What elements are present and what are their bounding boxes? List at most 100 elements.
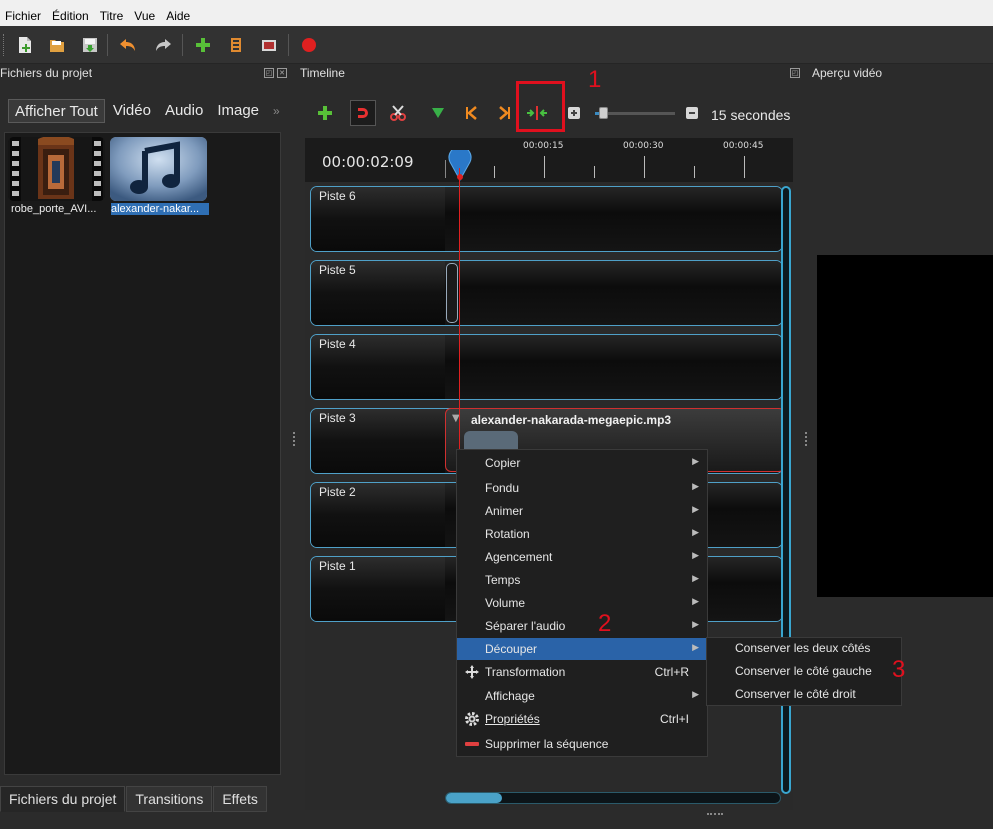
menu-fichier[interactable]: Fichier	[0, 9, 47, 23]
ruler-tick	[744, 156, 745, 178]
track-4-lane[interactable]	[445, 335, 782, 399]
snap-magnet-icon[interactable]	[350, 100, 376, 126]
right-splitter-handle[interactable]	[805, 432, 808, 446]
zoom-slider-track[interactable]	[595, 107, 675, 119]
open-project-icon[interactable]	[45, 33, 69, 57]
menu-item-remove-clip[interactable]: Supprimer la séquence	[457, 733, 707, 755]
track-3-label: Piste 3	[319, 411, 356, 425]
menu-item-layout[interactable]: Agencement ▶	[457, 546, 707, 568]
track-5-lane[interactable]	[445, 261, 782, 325]
save-project-icon[interactable]	[78, 33, 102, 57]
filter-more-chevron-icon[interactable]: »	[267, 99, 286, 123]
profile-icon[interactable]	[224, 33, 248, 57]
track-6-label: Piste 6	[319, 189, 356, 203]
toolbar-grip[interactable]	[3, 34, 6, 56]
track-header[interactable]: Piste 2	[311, 483, 445, 547]
menu-vue[interactable]: Vue	[129, 9, 161, 23]
ruler-tick-label: 00:00:15	[523, 141, 564, 151]
menu-item-volume[interactable]: Volume ▶	[457, 592, 707, 614]
preview-title: Aperçu vidéo	[812, 66, 883, 80]
submenu-arrow-icon: ▶	[692, 550, 699, 560]
video-file-thumbnail[interactable]	[8, 137, 105, 201]
main-toolbar	[0, 26, 993, 64]
file-filter-bar: Afficher Tout Vidéo Audio Image »	[8, 98, 288, 124]
left-splitter-handle[interactable]	[293, 432, 296, 446]
filter-image[interactable]: Image	[211, 99, 265, 123]
previous-marker-icon[interactable]	[458, 100, 484, 126]
video-clip-stub[interactable]	[446, 263, 458, 323]
submenu-arrow-icon: ▶	[692, 527, 699, 537]
menu-item-rotation[interactable]: Rotation ▶	[457, 523, 707, 545]
dock-close-icon[interactable]: ✕	[277, 68, 287, 78]
zoom-out-icon[interactable]	[564, 100, 584, 126]
next-marker-icon[interactable]	[492, 100, 518, 126]
audio-file-label: alexander-nakar...	[111, 203, 209, 215]
menu-aide[interactable]: Aide	[161, 9, 196, 23]
menu-item-label: Volume	[485, 596, 526, 610]
tab-effects[interactable]: Effets	[213, 786, 267, 812]
tab-project-files[interactable]: Fichiers du projet	[0, 786, 126, 812]
import-files-icon[interactable]	[191, 33, 215, 57]
zoom-in-icon[interactable]	[682, 100, 702, 126]
redo-icon[interactable]	[151, 33, 175, 57]
filter-video[interactable]: Vidéo	[107, 99, 157, 123]
track-header[interactable]: Piste 3	[311, 409, 445, 473]
menu-item-shortcut: Ctrl+I	[659, 712, 689, 726]
undo-icon[interactable]	[116, 33, 140, 57]
timeline-ruler[interactable]: 00:00:02:09 00:00:15 00:00:30 00:00:45	[305, 138, 793, 182]
video-file-label: robe_porte_AVI...	[11, 203, 97, 215]
menu-item-view[interactable]: Affichage ▶	[457, 685, 707, 707]
submenu-arrow-icon: ▶	[692, 481, 699, 491]
track-1-label: Piste 1	[319, 559, 356, 573]
track-header[interactable]: Piste 1	[311, 557, 445, 621]
submenu-item-keep-right[interactable]: Conserver le côté droit	[735, 687, 856, 701]
annotation-number-2: 2	[598, 610, 612, 637]
zoom-level-label: 15 secondes	[711, 107, 791, 123]
add-marker-icon[interactable]	[425, 100, 451, 126]
submenu-arrow-icon: ▶	[692, 619, 699, 629]
remove-icon	[464, 736, 480, 752]
track-header[interactable]: Piste 6	[311, 187, 445, 251]
menu-item-properties[interactable]: Propriétés Ctrl+I	[457, 708, 707, 730]
fullscreen-icon[interactable]	[257, 33, 281, 57]
menu-item-separate-audio[interactable]: Séparer l'audio ▶	[457, 615, 707, 637]
track-5[interactable]: Piste 5	[310, 260, 783, 326]
track-header[interactable]: Piste 5	[311, 261, 445, 325]
menu-item-fade[interactable]: Fondu ▶	[457, 477, 707, 499]
track-6-lane[interactable]	[445, 187, 782, 251]
clip-context-menu: Copier ▶ Fondu ▶ Animer ▶ Rotation ▶ Age…	[456, 449, 708, 757]
tab-transitions[interactable]: Transitions	[126, 786, 213, 812]
dock-float-icon[interactable]: ◰	[790, 68, 800, 78]
menu-item-transform[interactable]: Transformation Ctrl+R	[457, 661, 707, 683]
export-video-icon[interactable]	[297, 33, 321, 57]
filter-audio[interactable]: Audio	[159, 99, 209, 123]
slice-submenu: Conserver les deux côtés Conserver le cô…	[706, 637, 902, 706]
timeline-horizontal-scrollbar[interactable]	[445, 792, 781, 804]
submenu-arrow-icon: ▶	[692, 596, 699, 606]
menu-titre[interactable]: Titre	[95, 9, 130, 23]
toolbar-separator	[182, 34, 183, 56]
submenu-item-keep-both[interactable]: Conserver les deux côtés	[735, 641, 870, 655]
menu-item-slice[interactable]: Découper ▶	[457, 638, 707, 660]
track-4[interactable]: Piste 4	[310, 334, 783, 400]
track-6[interactable]: Piste 6	[310, 186, 783, 252]
playhead-handle-icon[interactable]	[447, 150, 473, 182]
ruler-tick	[644, 156, 645, 178]
filter-show-all[interactable]: Afficher Tout	[8, 99, 105, 123]
add-track-icon[interactable]	[312, 100, 338, 126]
menu-item-animate[interactable]: Animer ▶	[457, 500, 707, 522]
audio-file-thumbnail[interactable]	[110, 137, 207, 201]
menu-edition[interactable]: Édition	[47, 9, 95, 23]
bottom-splitter-handle[interactable]	[707, 813, 723, 816]
ruler-tick-label: 00:00:30	[623, 141, 664, 151]
zoom-slider-handle[interactable]	[599, 107, 608, 119]
menu-item-copy[interactable]: Copier ▶	[457, 452, 707, 474]
project-files-list: robe_porte_AVI... alexander-nakar...	[4, 132, 281, 775]
submenu-item-keep-left[interactable]: Conserver le côté gauche	[735, 664, 872, 678]
razor-icon[interactable]	[385, 100, 411, 126]
new-project-icon[interactable]	[13, 33, 37, 57]
track-header[interactable]: Piste 4	[311, 335, 445, 399]
menu-item-time[interactable]: Temps ▶	[457, 569, 707, 591]
dock-float-icon[interactable]: ◰	[264, 68, 274, 78]
scrollbar-thumb[interactable]	[446, 793, 502, 803]
